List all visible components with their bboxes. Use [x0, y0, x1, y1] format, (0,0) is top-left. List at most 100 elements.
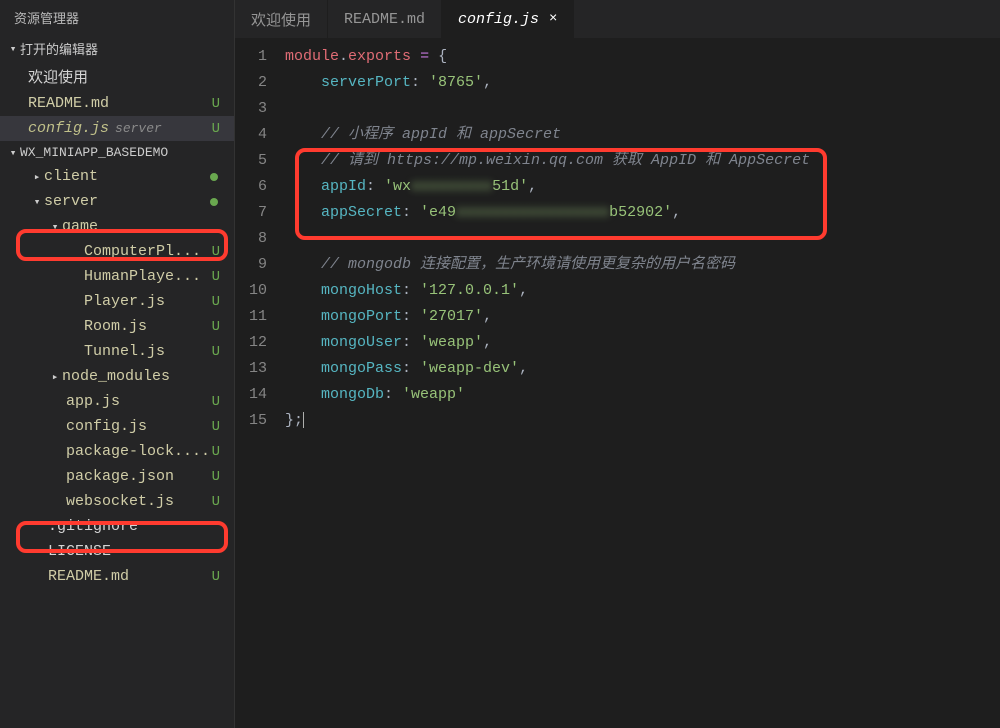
project-label: WX_MINIAPP_BASEDEMO: [20, 145, 168, 160]
tree-item-label: package-lock....: [66, 443, 210, 460]
file-label: config.js: [28, 120, 109, 137]
line-number: 7: [235, 200, 267, 226]
file-package-lock-[interactable]: package-lock....U: [0, 439, 234, 464]
chevron-down-icon: ▾: [6, 146, 20, 160]
open-editors-header[interactable]: ▾ 打开的编辑器: [0, 35, 234, 62]
line-number-gutter: 123456789101112131415: [235, 44, 285, 728]
tok: 'weapp': [402, 386, 465, 403]
git-status: U: [212, 344, 220, 360]
chevron-right-icon: ▸: [48, 370, 62, 384]
line-number: 9: [235, 252, 267, 278]
tree-item-label: README.md: [48, 568, 129, 585]
tok: exports: [348, 48, 411, 65]
tree-item-label: client: [44, 168, 98, 185]
tok: serverPort: [321, 74, 411, 91]
line-number: 12: [235, 330, 267, 356]
folder-game[interactable]: ▾game: [0, 214, 234, 239]
line-number: 10: [235, 278, 267, 304]
tab-config[interactable]: config.js ×: [442, 0, 574, 38]
file-package-json[interactable]: package.jsonU: [0, 464, 234, 489]
file--gitignore[interactable]: .gitignore: [0, 514, 234, 539]
tree-item-label: Room.js: [84, 318, 147, 335]
git-status: U: [212, 96, 220, 112]
git-status: U: [212, 494, 220, 510]
code-content[interactable]: module.exports = { serverPort: '8765', /…: [285, 44, 1000, 728]
tree-item-label: ComputerPl...: [84, 243, 201, 260]
tok: mongoPort: [321, 308, 402, 325]
tok: 'weapp-dev': [420, 360, 519, 377]
line-number: 6: [235, 174, 267, 200]
sidebar-title: 资源管理器: [0, 0, 234, 35]
file-label: 欢迎使用: [28, 66, 88, 87]
folder-server[interactable]: ▾server: [0, 189, 234, 214]
git-status: U: [212, 244, 220, 260]
editor-area: 欢迎使用 README.md config.js × 1234567891011…: [235, 0, 1000, 728]
line-number: 11: [235, 304, 267, 330]
tab-label: config.js: [458, 11, 539, 28]
git-status: U: [212, 444, 220, 460]
tree-item-label: node_modules: [62, 368, 170, 385]
file-tunnel-js[interactable]: Tunnel.jsU: [0, 339, 234, 364]
tok: // 小程序 appId 和 appSecret: [321, 126, 561, 143]
tab-readme[interactable]: README.md: [328, 0, 442, 38]
open-editor-readme[interactable]: README.md U: [0, 91, 234, 116]
file-path: server: [115, 121, 162, 136]
tok: .: [339, 48, 348, 65]
line-number: 14: [235, 382, 267, 408]
tab-label: README.md: [344, 11, 425, 28]
file-humanplaye-[interactable]: HumanPlaye...U: [0, 264, 234, 289]
redacted: xxxxxxxxxxxxxxxxx: [456, 204, 609, 221]
git-status: U: [212, 419, 220, 435]
tok: b52902': [609, 204, 672, 221]
sidebar: 资源管理器 ▾ 打开的编辑器 欢迎使用 README.md U config.j…: [0, 0, 235, 728]
git-status: U: [212, 569, 220, 585]
file-readme-md[interactable]: README.md U: [0, 564, 234, 589]
line-number: 13: [235, 356, 267, 382]
file-config-js[interactable]: config.js U: [0, 414, 234, 439]
file-player-js[interactable]: Player.jsU: [0, 289, 234, 314]
text-cursor: [303, 412, 304, 428]
tok: mongoDb: [321, 386, 384, 403]
close-icon[interactable]: ×: [549, 11, 557, 27]
tree-item-label: config.js: [66, 418, 147, 435]
open-editor-welcome[interactable]: 欢迎使用: [0, 62, 234, 91]
git-status: U: [212, 269, 220, 285]
file-app-js[interactable]: app.jsU: [0, 389, 234, 414]
git-status-dot: [210, 198, 218, 206]
chevron-right-icon: ▸: [30, 170, 44, 184]
git-status: U: [212, 469, 220, 485]
line-number: 3: [235, 96, 267, 122]
tok: 'wx: [384, 178, 411, 195]
folder-client[interactable]: ▸client: [0, 164, 234, 189]
tok: 51d': [492, 178, 528, 195]
file-label: README.md: [28, 95, 109, 112]
file-tree: ▸client▾server▾gameComputerPl...UHumanPl…: [0, 164, 234, 589]
file-computerpl-[interactable]: ComputerPl... U: [0, 239, 234, 264]
git-status: U: [212, 294, 220, 310]
tree-item-label: game: [62, 218, 98, 235]
open-editor-config[interactable]: config.js server U: [0, 116, 234, 141]
file-room-js[interactable]: Room.js U: [0, 314, 234, 339]
open-editors-label: 打开的编辑器: [20, 39, 98, 58]
tok: mongoUser: [321, 334, 402, 351]
tab-label: 欢迎使用: [251, 9, 311, 30]
tab-welcome[interactable]: 欢迎使用: [235, 0, 328, 38]
project-header[interactable]: ▾ WX_MINIAPP_BASEDEMO: [0, 141, 234, 164]
code-area[interactable]: 123456789101112131415 module.exports = {…: [235, 38, 1000, 728]
tok: // 请到 https://mp.weixin.qq.com 获取 AppID …: [321, 152, 810, 169]
line-number: 1: [235, 44, 267, 70]
editor-tabs: 欢迎使用 README.md config.js ×: [235, 0, 1000, 38]
line-number: 4: [235, 122, 267, 148]
tok: appSecret: [321, 204, 402, 221]
git-status: U: [212, 394, 220, 410]
file-license[interactable]: LICENSE: [0, 539, 234, 564]
folder-node_modules[interactable]: ▸node_modules: [0, 364, 234, 389]
line-number: 2: [235, 70, 267, 96]
git-status-dot: [210, 173, 218, 181]
git-status: U: [212, 121, 220, 137]
git-status: U: [212, 319, 220, 335]
chevron-down-icon: ▾: [30, 195, 44, 209]
redacted: xxxxxxxxx: [411, 178, 492, 195]
tok: '27017': [420, 308, 483, 325]
file-websocket-js[interactable]: websocket.jsU: [0, 489, 234, 514]
